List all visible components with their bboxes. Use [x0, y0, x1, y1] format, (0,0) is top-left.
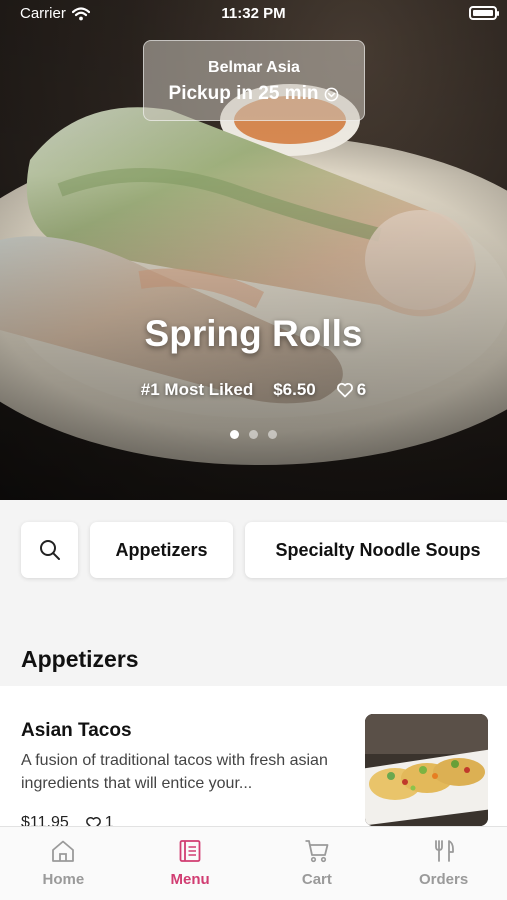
- featured-rank: #1 Most Liked: [140, 380, 254, 399]
- tab-bar: Home Menu Cart Orders: [0, 826, 507, 900]
- category-bar: Appetizers Specialty Noodle Soups: [0, 500, 507, 620]
- tab-orders-label: Orders: [419, 871, 469, 888]
- carousel-pagination[interactable]: [0, 430, 507, 439]
- menu-item-card[interactable]: Asian Tacos A fusion of traditional taco…: [0, 686, 507, 836]
- cart-icon: [305, 840, 329, 863]
- featured-item-title: Spring Rolls: [144, 313, 363, 354]
- heart-icon: [336, 382, 353, 398]
- carousel-dot-1[interactable]: [230, 430, 239, 439]
- tab-cart-label: Cart: [301, 871, 332, 888]
- featured-likes: 6: [336, 380, 366, 400]
- tab-menu[interactable]: Menu: [127, 827, 254, 900]
- tab-orders[interactable]: Orders: [380, 827, 507, 900]
- menu-item-name: Asian Tacos: [21, 720, 132, 741]
- chevron-circle-down-icon: [325, 87, 339, 101]
- menu-item-photo: [365, 714, 488, 826]
- hero-banner[interactable]: Carrier 11:32 PM Belmar Asia Pickup in 2…: [0, 0, 507, 500]
- carousel-dot-2[interactable]: [249, 430, 258, 439]
- featured-likes-count: 6: [356, 380, 367, 399]
- utensils-icon: [434, 840, 454, 862]
- tab-home[interactable]: Home: [0, 827, 127, 900]
- tab-menu-label: Menu: [170, 871, 210, 888]
- battery-icon: [469, 6, 499, 20]
- pickup-time-row: Pickup in 25 min: [144, 83, 364, 105]
- category-chip-specialty-noodle-soups[interactable]: Specialty Noodle Soups: [245, 522, 507, 578]
- pickup-selector[interactable]: Belmar Asia Pickup in 25 min: [143, 40, 365, 121]
- home-icon: [52, 840, 75, 862]
- tab-home-label: Home: [42, 871, 85, 888]
- tab-cart[interactable]: Cart: [254, 827, 381, 900]
- pickup-time-label: Pickup in 25 min: [168, 83, 319, 104]
- section-title: Appetizers: [21, 646, 139, 672]
- pickup-store-name: Belmar Asia: [208, 59, 300, 76]
- menu-item-description: A fusion of traditional tacos with fresh…: [21, 752, 328, 792]
- status-bar: Carrier 11:32 PM: [0, 0, 507, 28]
- menu-book-icon: [179, 840, 201, 862]
- clock: 11:32 PM: [221, 5, 286, 22]
- carousel-dot-3[interactable]: [268, 430, 277, 439]
- featured-item-meta: #1 Most Liked $6.50 6: [0, 380, 507, 400]
- search-icon: [39, 540, 60, 560]
- search-button[interactable]: [21, 522, 78, 578]
- featured-price: $6.50: [273, 380, 316, 399]
- category-chip-appetizers[interactable]: Appetizers: [90, 522, 233, 578]
